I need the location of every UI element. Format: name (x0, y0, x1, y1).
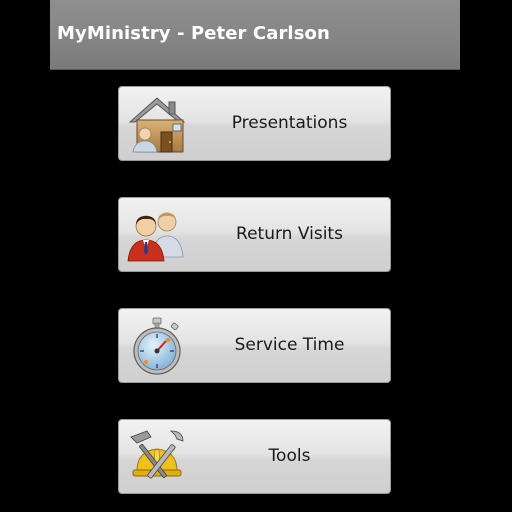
service-time-button[interactable]: Service Time (118, 308, 391, 383)
service-time-label: Service Time (234, 335, 345, 355)
house-icon (128, 97, 186, 153)
presentations-button[interactable]: Presentations (118, 86, 391, 161)
return-visits-button[interactable]: Return Visits (118, 197, 391, 272)
title-bar: MyMinistry - Peter Carlson (50, 0, 460, 70)
presentations-label: Presentations (231, 113, 348, 133)
app-screen: MyMinistry - Peter Carlson Presentations… (0, 0, 512, 512)
tools-button[interactable]: Tools (118, 419, 391, 494)
tools-icon (130, 430, 184, 479)
stopwatch-icon (133, 317, 181, 375)
return-visits-label: Return Visits (236, 224, 343, 244)
people-icon (127, 212, 184, 262)
app-title: MyMinistry - Peter Carlson (57, 23, 330, 44)
tools-label: Tools (268, 446, 311, 466)
